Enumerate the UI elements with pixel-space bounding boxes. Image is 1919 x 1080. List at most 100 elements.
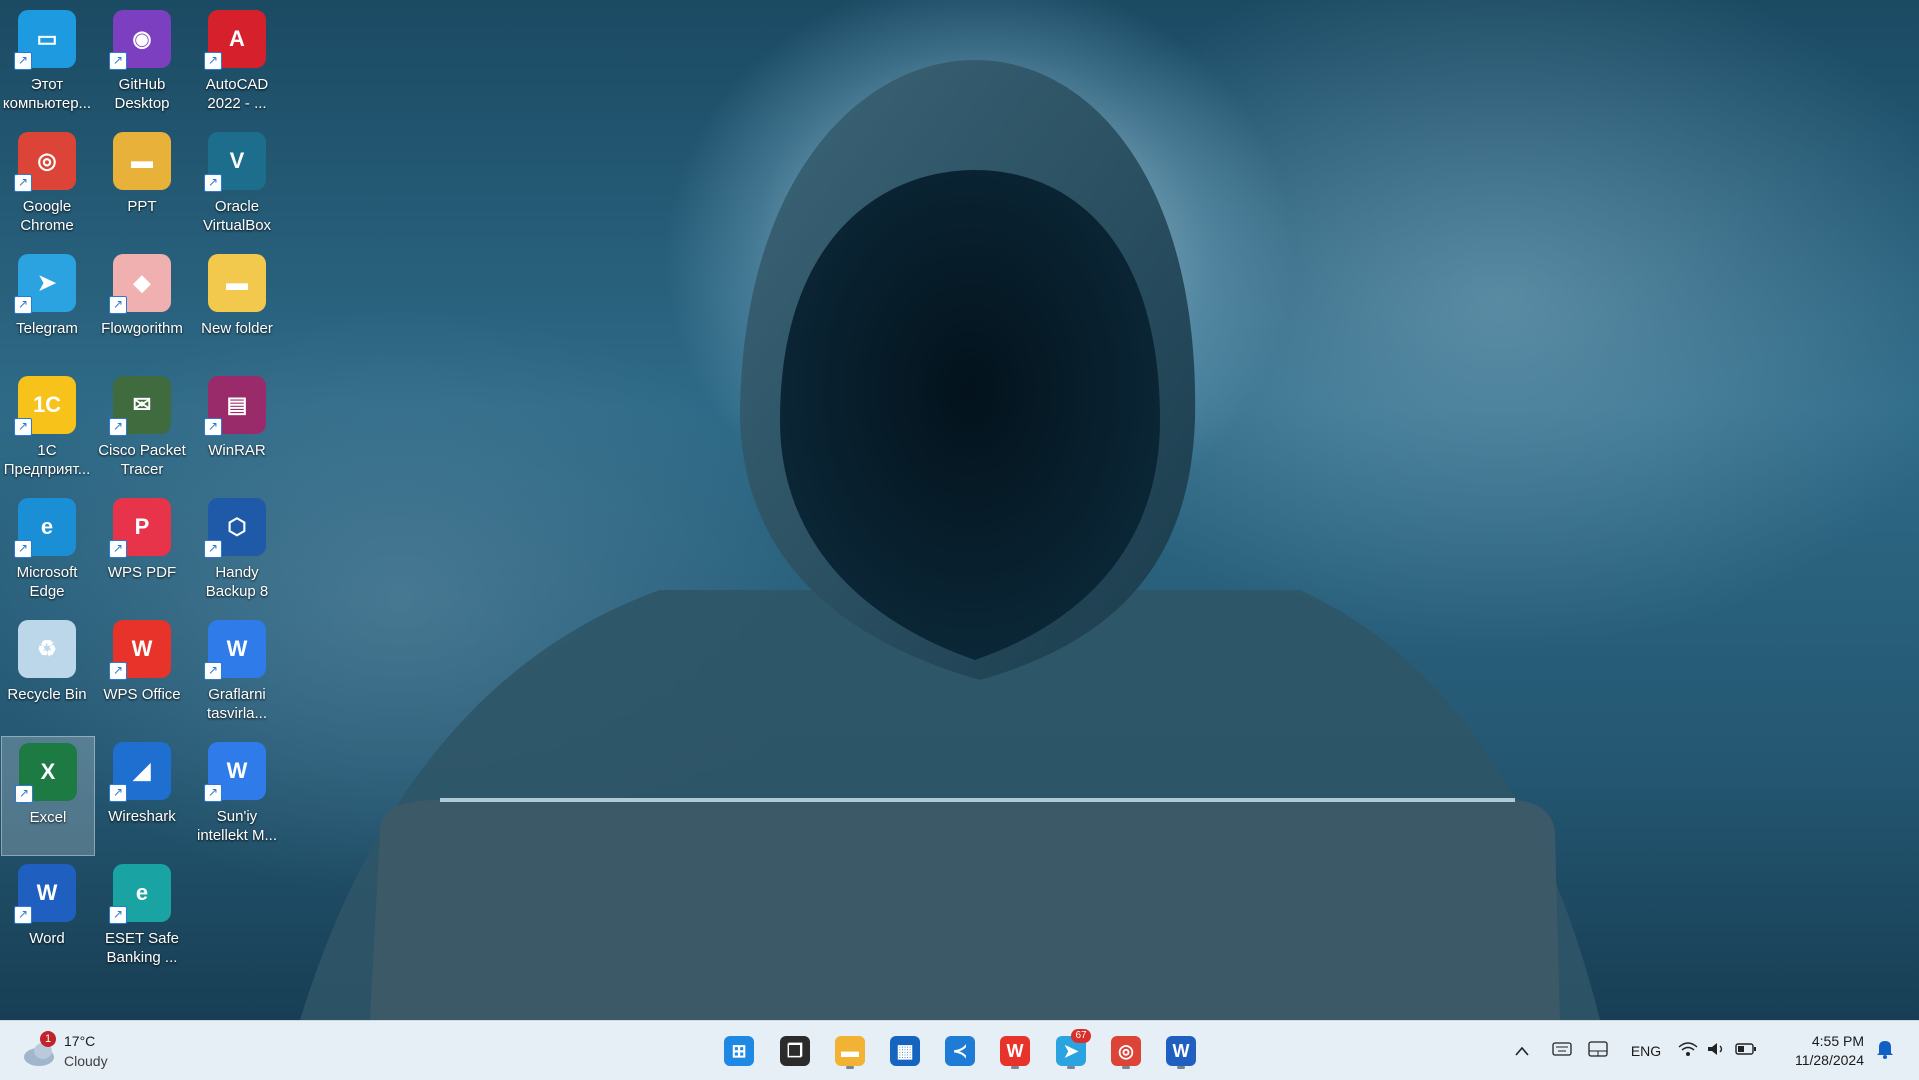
desktop-icon-label: Excel <box>29 809 67 826</box>
taskbar-button[interactable]: ◎ <box>1106 1031 1146 1071</box>
desktop-icon-label: Handy Backup 8 <box>205 564 269 600</box>
desktop-icon[interactable]: ▤ ↗ WinRAR <box>191 370 283 488</box>
desktop-icon[interactable]: e ↗ Microsoft Edge <box>1 492 93 610</box>
store-icon: ▦ <box>890 1036 920 1066</box>
shortcut-arrow-icon: ↗ <box>109 662 127 680</box>
desktop-icon[interactable]: W ↗ Word <box>1 858 93 976</box>
desktop-icon[interactable]: e ↗ ESET Safe Banking ... <box>96 858 188 976</box>
desktop-icon[interactable]: ▬ New folder <box>191 248 283 366</box>
desktop-icon-label: GitHub Desktop <box>114 76 170 112</box>
desktop-icon[interactable]: W ↗ WPS Office <box>96 614 188 732</box>
running-indicator <box>1177 1066 1185 1069</box>
desktop-icon[interactable]: ♻ Recycle Bin <box>1 614 93 732</box>
language-indicator[interactable]: ENG <box>1622 1043 1670 1059</box>
shortcut-arrow-icon: ↗ <box>14 174 32 192</box>
desktop-icon-label: AutoCAD 2022 - ... <box>205 76 269 112</box>
running-indicator <box>1067 1066 1075 1069</box>
desktop-icon-label: Cisco Packet Tracer <box>98 442 186 478</box>
taskbar-button[interactable]: W <box>995 1031 1035 1071</box>
weather-widget[interactable]: 1 17°C Cloudy <box>18 1029 128 1073</box>
file-explorer-icon: ▬ <box>835 1036 865 1066</box>
shortcut-arrow-icon: ↗ <box>204 784 222 802</box>
desktop-icon-label: PPT <box>127 198 157 215</box>
recycle-bin-icon: ♻ <box>18 620 76 678</box>
desktop-icon[interactable]: X ↗ Excel <box>1 736 95 856</box>
shortcut-arrow-icon: ↗ <box>109 906 127 924</box>
weather-badge: 1 <box>40 1031 56 1047</box>
taskbar-button[interactable]: ▦ <box>885 1031 925 1071</box>
desktop-icon[interactable]: ⬡ ↗ Handy Backup 8 <box>191 492 283 610</box>
task-view-icon: ❐ <box>780 1036 810 1066</box>
taskbar-button[interactable]: ➤ 67 <box>1051 1029 1091 1071</box>
shortcut-arrow-icon: ↗ <box>15 785 33 803</box>
chevron-up-icon[interactable] <box>1508 1043 1536 1059</box>
folder-icon: ▬ <box>113 132 171 190</box>
desktop-icon-label: Recycle Bin <box>7 686 87 703</box>
desktop-icon[interactable]: ◎ ↗ Google Chrome <box>1 126 93 244</box>
desktop-icon[interactable]: ✉ ↗ Cisco Packet Tracer <box>96 370 188 488</box>
desktop-icon[interactable]: ◉ ↗ GitHub Desktop <box>96 4 188 122</box>
desktop-icon[interactable]: 1C ↗ 1C Предприят... <box>1 370 93 488</box>
shortcut-arrow-icon: ↗ <box>204 174 222 192</box>
notification-bell-icon[interactable] <box>1870 1039 1900 1062</box>
system-tray: ENG 4:55 PM 11/28/2024 <box>1508 1021 1900 1080</box>
running-indicator <box>846 1066 854 1069</box>
desktop-icon[interactable]: ◆ ↗ Flowgorithm <box>96 248 188 366</box>
shortcut-arrow-icon: ↗ <box>109 418 127 436</box>
word-icon: W <box>1166 1036 1196 1066</box>
desktop-wallpaper <box>0 0 1919 1020</box>
taskbar-button[interactable]: W <box>1161 1031 1201 1071</box>
shortcut-arrow-icon: ↗ <box>204 418 222 436</box>
desktop-icon[interactable]: ▬ PPT <box>96 126 188 244</box>
taskbar-button[interactable]: ⊞ <box>719 1031 759 1071</box>
desktop-icon-label: Oracle VirtualBox <box>202 198 272 234</box>
shortcut-arrow-icon: ↗ <box>109 540 127 558</box>
hooded-figure-image <box>300 60 1600 1020</box>
desktop-icon-label: 1C Предприят... <box>3 442 91 478</box>
shortcut-arrow-icon: ↗ <box>14 52 32 70</box>
battery-icon[interactable] <box>1730 1042 1762 1059</box>
desktop-icon[interactable]: A ↗ AutoCAD 2022 - ... <box>191 4 283 122</box>
taskbar: 1 17°C Cloudy ⊞ ❐ ▬ ▦ ≺ W ➤ 67 ◎ W ENG 4:55 PM 11… <box>0 1020 1919 1080</box>
desktop-icon[interactable]: P ↗ WPS PDF <box>96 492 188 610</box>
shortcut-arrow-icon: ↗ <box>14 906 32 924</box>
shortcut-arrow-icon: ↗ <box>14 296 32 314</box>
desktop-icon-label: Word <box>29 930 65 947</box>
clock[interactable]: 4:55 PM 11/28/2024 <box>1774 1032 1864 1070</box>
desktop-icon-label: Этот компьютер... <box>2 76 92 112</box>
start-icon: ⊞ <box>724 1036 754 1066</box>
unread-badge: 67 <box>1071 1029 1091 1043</box>
shortcut-arrow-icon: ↗ <box>204 540 222 558</box>
clock-date: 11/28/2024 <box>1794 1051 1864 1068</box>
desktop-icon[interactable]: V ↗ Oracle VirtualBox <box>191 126 283 244</box>
desktop-icon[interactable]: W ↗ Graflarni tasvirla... <box>191 614 283 732</box>
weather-temp: 17°C <box>64 1033 96 1049</box>
chrome-icon: ◎ <box>1111 1036 1141 1066</box>
desktop-icon-label: WPS PDF <box>107 564 177 581</box>
taskbar-button[interactable]: ❐ <box>775 1031 815 1071</box>
desktop-icon-label: WinRAR <box>208 442 266 459</box>
clock-time: 4:55 PM <box>1811 1032 1864 1049</box>
weather-desc: Cloudy <box>64 1053 108 1069</box>
volume-icon[interactable] <box>1702 1041 1730 1060</box>
running-indicator <box>1122 1066 1130 1069</box>
desktop-icon-label: Wireshark <box>108 808 176 825</box>
taskbar-button[interactable]: ▬ <box>830 1031 870 1071</box>
wps-office-icon: W <box>1000 1036 1030 1066</box>
wifi-icon[interactable] <box>1674 1041 1702 1060</box>
desktop-icon[interactable]: ▭ ↗ Этот компьютер... <box>1 4 93 122</box>
shortcut-arrow-icon: ↗ <box>204 52 222 70</box>
taskbar-button[interactable]: ≺ <box>940 1031 980 1071</box>
desktop-icon[interactable]: ➤ ↗ Telegram <box>1 248 93 366</box>
desktop-icon-label: ESET Safe Banking ... <box>105 930 179 966</box>
shortcut-arrow-icon: ↗ <box>14 418 32 436</box>
shortcut-arrow-icon: ↗ <box>109 784 127 802</box>
desktop-icon-label: Google Chrome <box>20 198 74 234</box>
keyboard-icon[interactable] <box>1544 1042 1580 1059</box>
folder-icon: ▬ <box>208 254 266 312</box>
desktop-icon[interactable]: ◢ ↗ Wireshark <box>96 736 188 854</box>
shortcut-arrow-icon: ↗ <box>14 540 32 558</box>
desktop-icon[interactable]: W ↗ Sun'iy intellekt M... <box>191 736 283 854</box>
touchpad-icon[interactable] <box>1580 1041 1616 1060</box>
shortcut-arrow-icon: ↗ <box>204 662 222 680</box>
